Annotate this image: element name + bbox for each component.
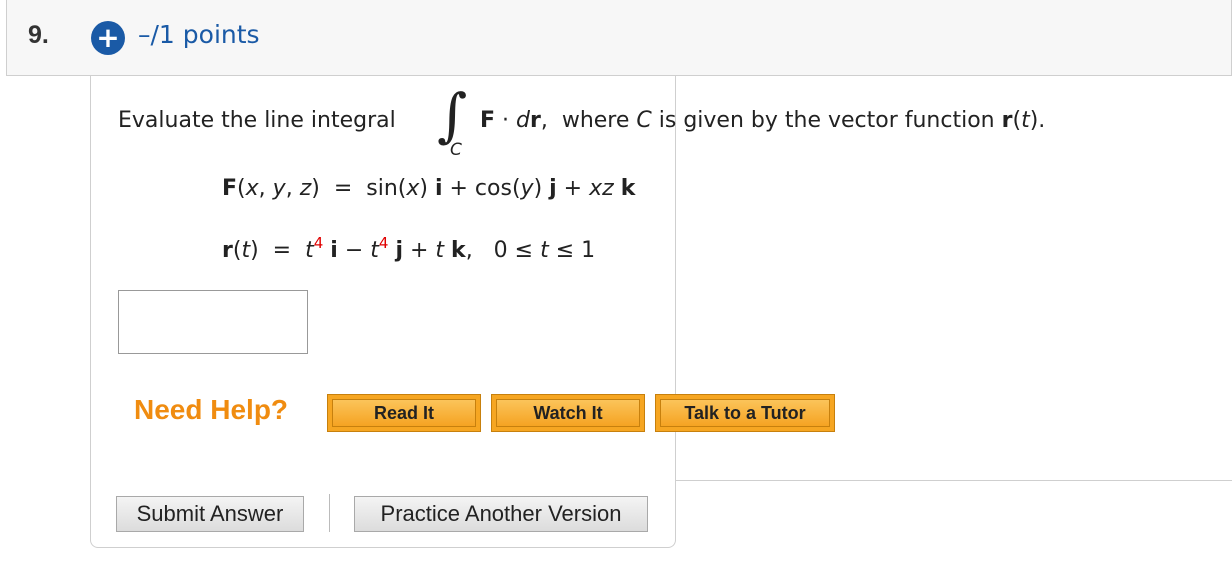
vector-function-equation: r(t) = t4 i − t4 j + t k, 0 ≤ t ≤ 1 bbox=[222, 236, 596, 264]
t-symbol: t bbox=[1021, 108, 1030, 133]
r-vector: r bbox=[222, 238, 233, 263]
x-var: x bbox=[245, 176, 259, 201]
k-unit: k bbox=[451, 238, 466, 263]
paren: ( bbox=[237, 176, 246, 201]
question-number: 9. bbox=[28, 21, 49, 49]
plus: + bbox=[402, 238, 436, 263]
C-symbol: C bbox=[636, 108, 652, 133]
paren-open: ( bbox=[1012, 108, 1022, 133]
minus: − bbox=[337, 238, 371, 263]
read-it-button[interactable]: Read It bbox=[327, 394, 481, 432]
i-unit: i bbox=[330, 238, 338, 263]
range-start: , 0 ≤ bbox=[465, 238, 541, 263]
d-symbol: d bbox=[516, 108, 530, 133]
exponent: 4 bbox=[378, 234, 389, 252]
equals-sin: ) = sin( bbox=[311, 176, 407, 201]
need-help-label: Need Help? bbox=[134, 394, 289, 425]
paren: ) bbox=[419, 176, 435, 201]
panel-divider bbox=[675, 480, 1232, 481]
prompt-tail: is given by the vector function bbox=[651, 108, 1002, 133]
plus-icon[interactable]: + bbox=[91, 21, 125, 55]
plus-cos: + cos( bbox=[442, 176, 521, 201]
y-var: y bbox=[272, 176, 286, 201]
comma: , bbox=[258, 176, 273, 201]
watch-it-button[interactable]: Watch It bbox=[491, 394, 645, 432]
talk-to-tutor-label: Talk to a Tutor bbox=[660, 399, 830, 427]
practice-another-version-button[interactable]: Practice Another Version bbox=[354, 496, 648, 532]
F-vector: F bbox=[222, 176, 238, 201]
points-label: –/1 points bbox=[138, 20, 260, 49]
t-var: t bbox=[241, 238, 251, 263]
xz-var: xz bbox=[589, 176, 614, 201]
button-divider bbox=[329, 494, 330, 532]
i-unit: i bbox=[434, 176, 443, 201]
t-var: t bbox=[370, 238, 379, 263]
paren-close: ). bbox=[1029, 108, 1046, 133]
integral-subscript: C bbox=[450, 140, 462, 160]
vector-field-equation: F(x, y, z) = sin(x) i + cos(y) j + xz k bbox=[222, 176, 635, 201]
prompt-rest: F · dr, where C is given by the vector f… bbox=[480, 108, 1045, 133]
submit-answer-button[interactable]: Submit Answer bbox=[116, 496, 304, 532]
j-unit: j bbox=[549, 176, 557, 201]
range-end: ≤ 1 bbox=[548, 238, 596, 263]
dot-operator: · bbox=[495, 108, 517, 133]
t-var: t bbox=[435, 238, 445, 263]
r-func: r bbox=[1001, 108, 1013, 133]
prompt-lead: Evaluate the line integral bbox=[118, 108, 396, 133]
exponent: 4 bbox=[313, 234, 324, 252]
F-vector: F bbox=[480, 108, 496, 133]
integral-symbol: ∫ bbox=[437, 81, 468, 149]
j-unit: j bbox=[395, 238, 403, 263]
r-vector: r bbox=[529, 108, 541, 133]
paren: ) bbox=[533, 176, 550, 201]
z-var: z bbox=[299, 176, 312, 201]
watch-it-label: Watch It bbox=[496, 399, 640, 427]
x-var: x bbox=[406, 176, 420, 201]
plus: + bbox=[556, 176, 590, 201]
equals: ) = bbox=[250, 238, 306, 263]
answer-input[interactable] bbox=[118, 290, 308, 354]
t-var: t bbox=[305, 238, 314, 263]
where-text: , where bbox=[540, 108, 637, 133]
y-var: y bbox=[520, 176, 534, 201]
comma: , bbox=[285, 176, 300, 201]
t-var: t bbox=[540, 238, 549, 263]
talk-to-tutor-button[interactable]: Talk to a Tutor bbox=[655, 394, 835, 432]
k-unit: k bbox=[620, 176, 636, 201]
read-it-label: Read It bbox=[332, 399, 476, 427]
